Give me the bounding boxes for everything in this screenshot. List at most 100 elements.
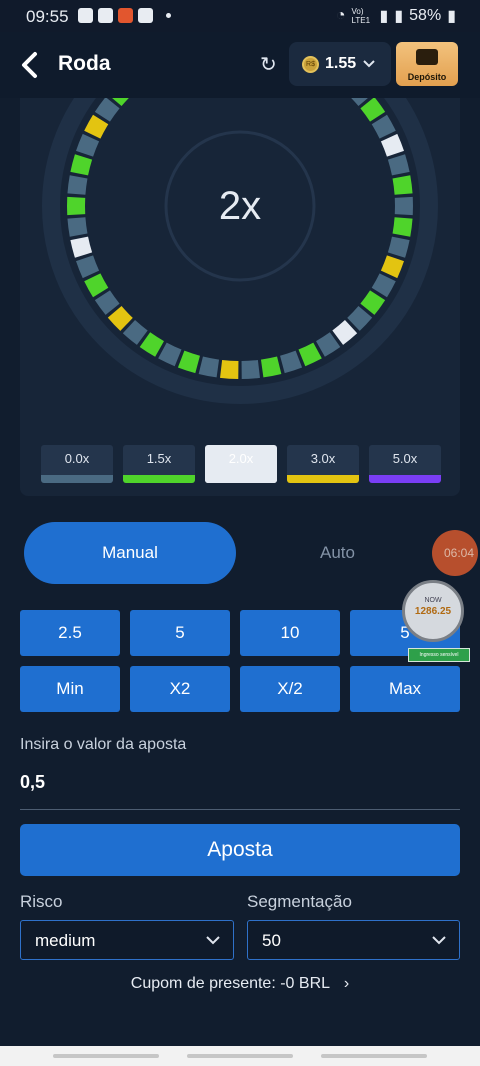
wheel-segment (351, 98, 368, 107)
system-icons: ◔ Vo) LTE1 ▮ ▮ 58% ▮ (336, 6, 456, 26)
wheel-segment (360, 98, 386, 122)
wallet-icon (416, 49, 438, 65)
segments-select[interactable]: 50 (247, 920, 460, 960)
legend-item: 1.5x (123, 445, 195, 483)
wheel-segment (260, 356, 282, 378)
legend-item-selected: 2.0x (205, 445, 277, 483)
bet-amount-input[interactable]: 0,5 (20, 772, 45, 793)
balance-selector[interactable]: R$ 1.55 (289, 42, 391, 86)
wheel-segment (298, 342, 322, 367)
legend-swatch (205, 475, 277, 483)
coupon-text: Cupom de presente: -0 BRL (130, 975, 330, 992)
wheel-segment (360, 290, 386, 315)
segments-value: 50 (262, 931, 281, 950)
balance-value: 1.55 (325, 55, 357, 72)
bet-amount-label: Insira o valor da aposta (20, 736, 187, 753)
wheel-segment (241, 359, 260, 379)
chevron-down-icon (363, 60, 375, 68)
legend-swatch (123, 475, 195, 483)
wheel-segment (94, 290, 120, 315)
wheel-segment (332, 319, 358, 345)
wheel-segment (371, 273, 396, 298)
widget-value: 1286.25 (414, 606, 452, 617)
nav-handle (53, 1054, 159, 1058)
tab-manual[interactable]: Manual (24, 522, 236, 584)
legend-label: 2.0x (228, 451, 254, 466)
floating-widget[interactable]: NOW 1286.25 Ingresso sensível (402, 580, 472, 662)
quick-bet-button[interactable]: 2.5 (20, 610, 120, 656)
legend-item: 0.0x (41, 445, 113, 483)
wheel-segment (94, 98, 120, 122)
legend-label: 1.5x (146, 451, 172, 466)
nav-handle (187, 1054, 293, 1058)
wheel-segment (177, 350, 201, 374)
refresh-icon[interactable]: ↻ (260, 52, 277, 77)
wheel-segment (371, 114, 396, 139)
wheel-segment (70, 236, 93, 258)
wheel-segment (315, 332, 341, 357)
quick-bet-button[interactable]: 10 (240, 610, 340, 656)
gift-coupon-link[interactable]: Cupom de presente: -0 BRL › (0, 975, 480, 993)
signal-icon: ▮ (379, 8, 389, 25)
wheel-panel: 2x 0.0x 1.5x 2.0x 3.0x 5.0x (20, 98, 460, 496)
wheel-segment (392, 175, 413, 195)
wifi-icon: ◔ (335, 7, 346, 24)
multiplier-legend: 0.0x 1.5x 2.0x 3.0x 5.0x (41, 445, 441, 483)
half-bet-button[interactable]: X/2 (240, 666, 340, 712)
status-bar: 09:55 ◔ Vo) LTE1 ▮ ▮ 58% ▮ (0, 0, 480, 32)
status-time: 09:55 (26, 7, 69, 26)
bet-button[interactable]: Aposta (20, 824, 460, 876)
app-notification-icon (98, 8, 113, 23)
network-label: Vo) LTE1 (351, 7, 371, 25)
min-bet-button[interactable]: Min (20, 666, 120, 712)
notification-icons (78, 8, 171, 23)
wheel-segment (70, 154, 93, 176)
wheel-segment (112, 98, 129, 107)
wheel-segment (84, 273, 109, 298)
wheel-segment (392, 217, 413, 237)
bet-amount-underline (20, 809, 460, 810)
wheel-segment (84, 114, 109, 139)
legend-label: 3.0x (310, 451, 336, 466)
deposit-button[interactable]: Depósito (396, 42, 458, 86)
nav-handle (321, 1054, 427, 1058)
widget-label: NOW (424, 597, 442, 604)
mail-icon (138, 8, 153, 23)
more-notifications-icon (166, 13, 171, 18)
floating-timer-badge[interactable]: 06:04 (432, 530, 478, 576)
widget-dial: NOW 1286.25 (402, 580, 464, 642)
app-notification-icon (118, 8, 133, 23)
risk-label: Risco (20, 892, 63, 911)
wheel-segment (220, 359, 239, 379)
wheel-segment (67, 175, 88, 195)
wheel-segment (76, 133, 100, 157)
battery-level: 58% (409, 7, 442, 24)
wheel-segment (198, 356, 220, 378)
app-header: Roda ↻ R$ 1.55 Depósito (0, 32, 480, 98)
segments-label: Segmentação (247, 892, 352, 911)
legend-swatch (369, 475, 441, 483)
max-bet-button[interactable]: Max (350, 666, 460, 712)
chevron-right-icon: › (343, 975, 350, 992)
legend-swatch (287, 475, 359, 483)
risk-select[interactable]: medium (20, 920, 234, 960)
wheel-segment (380, 255, 404, 279)
wheel-segment (139, 332, 165, 357)
legend-swatch (41, 475, 113, 483)
legend-label: 0.0x (64, 451, 90, 466)
wheel-segment (67, 217, 88, 237)
wheel-segment (380, 133, 404, 157)
wheel-ring (42, 98, 438, 404)
widget-bar: Ingresso sensível (408, 648, 470, 662)
double-bet-button[interactable]: X2 (130, 666, 230, 712)
tab-auto[interactable]: Auto (320, 522, 355, 584)
quick-bet-button[interactable]: 5 (130, 610, 230, 656)
legend-label: 5.0x (392, 451, 418, 466)
wheel-segment (279, 350, 303, 374)
mode-tabs: Manual Auto (24, 522, 460, 584)
back-icon[interactable] (20, 50, 40, 80)
wheel-segment (122, 319, 148, 345)
battery-icon: ▮ (447, 8, 456, 25)
current-multiplier: 2x (218, 184, 262, 228)
wheel-segment (347, 305, 373, 331)
